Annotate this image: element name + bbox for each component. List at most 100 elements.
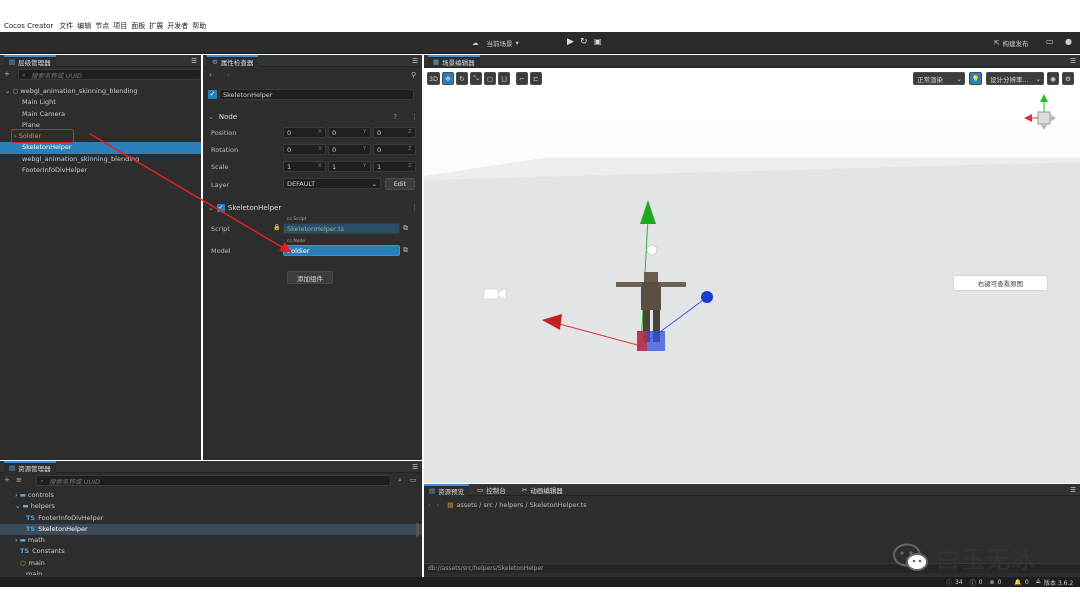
menu-project[interactable]: 项目 bbox=[113, 21, 127, 31]
warning-icon[interactable]: ⓘ bbox=[970, 578, 976, 587]
locate-icon[interactable]: ⧉ bbox=[403, 246, 408, 255]
tab-animation-editor[interactable]: ✂ 动画编辑器 bbox=[514, 485, 571, 495]
hierarchy-tab[interactable]: ▤ 层级管理器 bbox=[4, 54, 56, 67]
inspector-tab[interactable]: ⚙ 属性检查器 bbox=[207, 54, 259, 67]
asset-folder-helpers[interactable]: ⌄ ▬ helpers bbox=[0, 501, 422, 512]
notification-icon[interactable]: 🔔 bbox=[1014, 579, 1021, 586]
locate-icon[interactable]: ⧉ bbox=[403, 224, 408, 233]
menu-extension[interactable]: 扩展 bbox=[149, 21, 163, 31]
play-icon[interactable]: ▶ bbox=[567, 37, 574, 47]
camera-icon[interactable] bbox=[483, 287, 507, 301]
version-icon: ⟁ bbox=[1035, 578, 1042, 585]
shading-select[interactable]: 正常渲染 ⌄ bbox=[913, 72, 965, 85]
scene-toolbar: 3D ✥ ↻ ⤡ ▢ ⋃ ⌐ ⊏ bbox=[427, 72, 542, 85]
local-icon: ⊏ bbox=[533, 74, 539, 83]
asset-file-skeletonhelper[interactable]: TS SkeletonHelper bbox=[0, 523, 422, 536]
asset-file-constants[interactable]: TS Constants bbox=[0, 546, 422, 557]
tree-item-main-camera[interactable]: Main Camera bbox=[0, 109, 201, 120]
3d-toggle-button[interactable]: 3D bbox=[427, 72, 440, 85]
scrollbar[interactable] bbox=[416, 523, 419, 537]
back-icon[interactable]: ‹ bbox=[209, 71, 212, 79]
scene-tab[interactable]: ▦ 场景编辑器 bbox=[428, 54, 480, 67]
hierarchy-header: ▤ 层级管理器 ☰ bbox=[0, 54, 201, 67]
rect-tool-button[interactable]: ▢ bbox=[484, 72, 496, 85]
asset-scene-main[interactable]: ○ main bbox=[0, 558, 422, 569]
tab-asset-preview[interactable]: ▤ 资源预览 bbox=[424, 483, 470, 496]
build-button[interactable]: ⇱ 构建发布 bbox=[994, 37, 1028, 49]
pivot-toggle-button[interactable]: ⌐ bbox=[516, 72, 528, 85]
asset-file-footerinfo[interactable]: TS FooterInfoDivHelper bbox=[0, 513, 422, 524]
node-section-header[interactable]: ⌄ Node ? ⋮ bbox=[208, 111, 418, 122]
script-field[interactable]: SkeletonHelper.ts bbox=[283, 223, 400, 234]
tree-item-skeletonhelper[interactable]: SkeletonHelper bbox=[0, 142, 201, 154]
component-enabled-checkbox[interactable]: ✓ bbox=[216, 203, 225, 212]
resolution-select[interactable]: 设计分辨率... ⌄ bbox=[986, 72, 1044, 85]
assets-search-input[interactable]: ⌕ 搜索名称或 UUID bbox=[36, 475, 391, 486]
asset-folder-math[interactable]: › ▬ math bbox=[0, 535, 422, 546]
asset-item-main[interactable]: main bbox=[0, 569, 422, 575]
node-name-input[interactable]: SkeletonHelper bbox=[219, 89, 414, 100]
assets-tab[interactable]: ▤ 资源管理器 bbox=[4, 460, 56, 473]
tree-item-main-light[interactable]: Main Light bbox=[0, 97, 201, 108]
node-active-checkbox[interactable]: ✓ bbox=[208, 90, 217, 99]
menu-developer[interactable]: 开发者 bbox=[167, 21, 188, 31]
sort-icon[interactable]: ≡ bbox=[16, 476, 22, 484]
menu-icon[interactable]: ☰ bbox=[191, 57, 197, 65]
axis-x: X bbox=[318, 163, 322, 169]
scene-select[interactable]: ☁ 当前场景 ▾ bbox=[472, 37, 552, 49]
layer-select[interactable]: DEFAULT ⌄ bbox=[283, 178, 381, 189]
device-icon[interactable]: ▣ bbox=[594, 37, 602, 46]
back-icon[interactable]: ‹ bbox=[428, 501, 431, 509]
menu-node[interactable]: 节点 bbox=[95, 21, 109, 31]
more-icon[interactable]: ⋮ bbox=[411, 204, 418, 212]
app-title: Cocos Creator bbox=[4, 22, 54, 30]
forward-icon[interactable]: › bbox=[437, 501, 440, 509]
model-field[interactable]: Soldier bbox=[283, 245, 400, 256]
asset-folder-controls[interactable]: › ▬ controls bbox=[0, 490, 422, 501]
gear-icon: ⚙ bbox=[1065, 74, 1071, 83]
scale-tool-button[interactable]: ⤡ bbox=[470, 72, 482, 85]
menu-icon[interactable]: ☰ bbox=[1070, 57, 1076, 65]
tree-item-webgl-blending[interactable]: webgl_animation_skinning_blending bbox=[0, 154, 201, 165]
typescript-icon: TS bbox=[20, 547, 30, 556]
filter-icon[interactable]: ⌕ bbox=[398, 476, 402, 485]
move-tool-button[interactable]: ✥ bbox=[442, 72, 454, 85]
component-header[interactable]: ⌄ ✓ SkeletonHelper ⋮ bbox=[208, 202, 418, 213]
local-toggle-button[interactable]: ⊏ bbox=[530, 72, 542, 85]
error-icon[interactable]: ⊗ bbox=[990, 579, 995, 586]
collapse-icon[interactable]: ▭ bbox=[410, 476, 417, 484]
forward-icon[interactable]: › bbox=[227, 71, 230, 79]
layer-edit-button[interactable]: Edit bbox=[385, 178, 415, 190]
transform-tool-button[interactable]: ⋃ bbox=[498, 72, 510, 85]
menu-help[interactable]: 帮助 bbox=[192, 21, 206, 31]
tab-console[interactable]: ▭ 控制台 bbox=[469, 485, 514, 495]
refresh-icon[interactable]: ↻ bbox=[580, 37, 588, 47]
tree-item-footerinfo[interactable]: FooterInfoDivHelper bbox=[0, 165, 201, 176]
add-component-button[interactable]: 添加组件 bbox=[287, 271, 333, 284]
menubar: Cocos Creator 文件 编辑 节点 项目 面板 扩展 开发者 帮助 bbox=[0, 20, 1080, 32]
menu-icon[interactable]: ☰ bbox=[412, 463, 418, 471]
add-icon[interactable]: + bbox=[4, 70, 10, 78]
more-icon[interactable]: ⋮ bbox=[411, 113, 418, 121]
menu-edit[interactable]: 编辑 bbox=[77, 21, 91, 31]
folder-icon[interactable]: ▭ bbox=[1046, 37, 1054, 46]
hierarchy-search-input[interactable]: ⌕ 搜索名称或 UUID bbox=[18, 69, 201, 80]
menu-panel[interactable]: 面板 bbox=[131, 21, 145, 31]
add-icon[interactable]: + bbox=[4, 476, 10, 484]
github-icon[interactable]: ● bbox=[1065, 37, 1072, 46]
menu-icon[interactable]: ☰ bbox=[412, 57, 418, 65]
help-icon[interactable]: ? bbox=[393, 113, 397, 121]
axis-z: Z bbox=[408, 163, 412, 169]
scene-settings-button[interactable]: ⚙ bbox=[1062, 72, 1074, 85]
pin-icon[interactable]: ⚲ bbox=[411, 71, 416, 79]
menu-file[interactable]: 文件 bbox=[59, 21, 73, 31]
light-icon bbox=[646, 244, 658, 256]
rotate-tool-button[interactable]: ↻ bbox=[456, 72, 468, 85]
annotation-box bbox=[11, 129, 74, 143]
lighting-toggle[interactable]: 💡 bbox=[969, 72, 982, 85]
tree-root[interactable]: ⌄ ○ webgl_animation_skinning_blending bbox=[0, 86, 201, 97]
wechat-watermark: 白玉无冰 bbox=[892, 540, 1036, 575]
info-icon[interactable]: ⓘ bbox=[946, 578, 952, 587]
camera-settings-button[interactable]: ◉ bbox=[1047, 72, 1059, 85]
menu-icon[interactable]: ☰ bbox=[1070, 486, 1076, 494]
